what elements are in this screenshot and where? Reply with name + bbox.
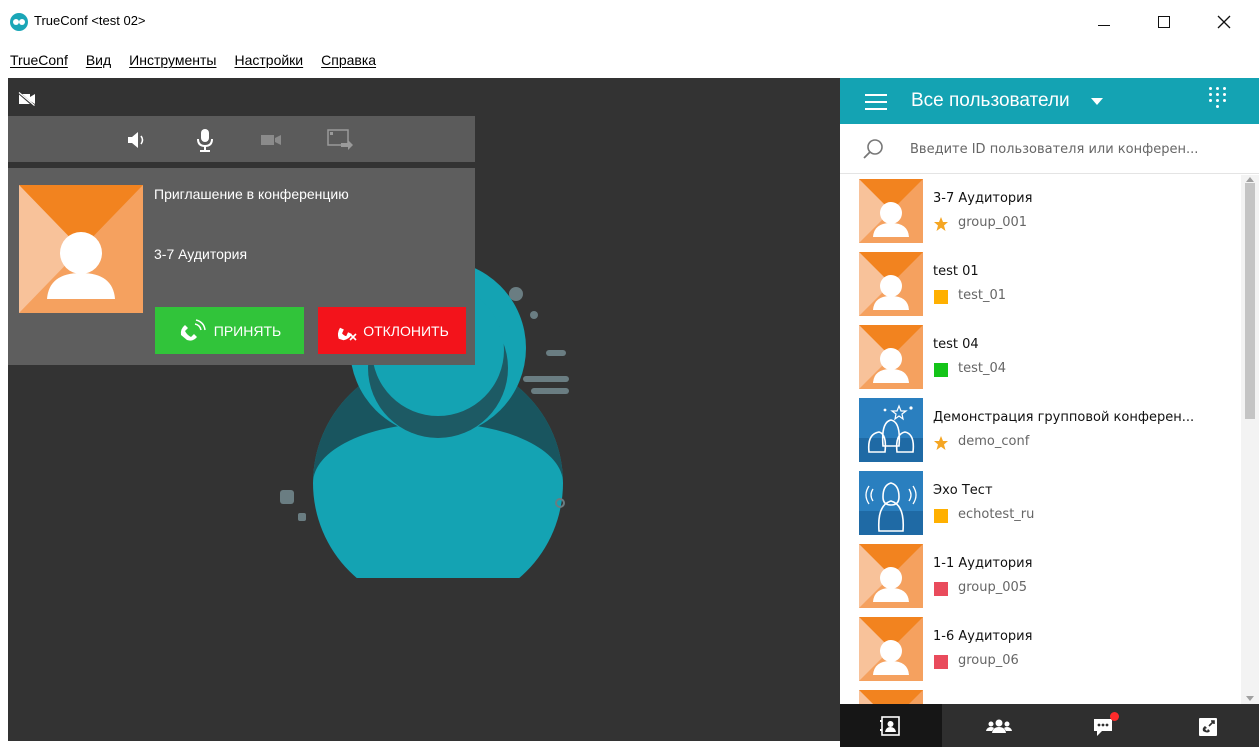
contact-id: group_005 bbox=[958, 580, 1028, 595]
screen-share-icon[interactable] bbox=[326, 126, 354, 154]
maximize-button[interactable] bbox=[1141, 0, 1187, 44]
call-controls-bar bbox=[8, 116, 475, 162]
search-input[interactable] bbox=[910, 137, 1240, 161]
user-avatar bbox=[859, 325, 923, 389]
camera-icon[interactable] bbox=[258, 126, 286, 154]
contact-name: 3-7 Аудитория bbox=[933, 191, 1033, 206]
user-avatar bbox=[859, 252, 923, 316]
contact-name: 1-6 Аудитория bbox=[933, 629, 1033, 644]
contact-name: 1-1 Аудитория bbox=[933, 556, 1033, 571]
contact-name: test 01 bbox=[933, 264, 979, 279]
microphone-icon[interactable] bbox=[191, 126, 219, 154]
tab-chat[interactable] bbox=[1052, 704, 1154, 747]
dialpad-icon[interactable] bbox=[1208, 87, 1228, 113]
favorite-star-icon bbox=[933, 216, 949, 232]
contact-id: echotest_ru bbox=[958, 507, 1035, 522]
favorite-star-icon bbox=[933, 435, 949, 451]
conferences-tab-icon bbox=[986, 719, 1012, 733]
scroll-down-arrow-icon[interactable] bbox=[1246, 696, 1254, 701]
chevron-down-icon[interactable] bbox=[1091, 98, 1103, 105]
contact-id: test_04 bbox=[958, 361, 1007, 376]
menu-settings[interactable]: Настройки bbox=[234, 52, 303, 74]
user-avatar bbox=[859, 179, 923, 243]
reject-call-icon bbox=[338, 327, 357, 341]
contact-id: group_06 bbox=[958, 653, 1019, 668]
echo-avatar bbox=[859, 471, 923, 535]
contacts-panel: Все пользователи 3-7 Аудитория group_001t… bbox=[840, 78, 1259, 747]
tab-contacts[interactable] bbox=[840, 704, 942, 747]
contact-id: group_001 bbox=[958, 215, 1028, 230]
menu-help[interactable]: Справка bbox=[321, 52, 376, 74]
unread-badge bbox=[1110, 712, 1119, 721]
contacts-filter-dropdown[interactable]: Все пользователи bbox=[911, 90, 1070, 112]
trueconf-logo-icon bbox=[10, 13, 28, 31]
contact-name: Эхо Тест bbox=[933, 483, 993, 498]
contacts-tab-icon bbox=[880, 716, 900, 736]
title-bar: TrueConf <test 02> bbox=[0, 0, 1259, 50]
contact-list-item[interactable]: Демонстрация групповой конферен... demo_c… bbox=[840, 394, 1241, 467]
panel-header: Все пользователи bbox=[840, 78, 1259, 124]
group-avatar bbox=[859, 398, 923, 462]
contact-list-item[interactable]: test 01 test_01 bbox=[840, 248, 1241, 321]
contact-id: demo_conf bbox=[958, 434, 1030, 449]
user-avatar bbox=[859, 690, 923, 704]
contact-list-item[interactable]: 1-1 Аудитория group_005 bbox=[840, 540, 1241, 613]
invitation-title: Приглашение в конференцию bbox=[154, 186, 349, 202]
tab-conferences[interactable] bbox=[946, 704, 1048, 747]
minimize-icon bbox=[1098, 24, 1110, 26]
scroll-thumb[interactable] bbox=[1245, 183, 1255, 419]
camera-off-icon[interactable] bbox=[18, 92, 36, 106]
speaker-icon[interactable] bbox=[123, 126, 151, 154]
caller-avatar bbox=[19, 185, 143, 313]
close-button[interactable] bbox=[1201, 0, 1247, 44]
scrollbar[interactable] bbox=[1241, 175, 1259, 704]
status-indicator-icon bbox=[933, 581, 949, 597]
contact-name: test 04 bbox=[933, 337, 979, 352]
hamburger-menu-icon[interactable] bbox=[865, 94, 887, 110]
menu-view[interactable]: Вид bbox=[86, 52, 111, 74]
window-title: TrueConf <test 02> bbox=[34, 13, 146, 28]
user-avatar bbox=[859, 544, 923, 608]
menu-trueconf[interactable]: TrueConf bbox=[10, 52, 68, 74]
contact-list-item[interactable]: 3-7 Аудитория group_001 bbox=[840, 175, 1241, 248]
contact-id: test_01 bbox=[958, 288, 1007, 303]
contact-list-item[interactable]: test 04 test_04 bbox=[840, 321, 1241, 394]
accept-label: ПРИНЯТЬ bbox=[213, 322, 282, 339]
contact-list-item[interactable]: Эхо Тест echotest_ru bbox=[840, 467, 1241, 540]
calls-tab-icon bbox=[1199, 718, 1217, 736]
accept-button[interactable]: ПРИНЯТЬ bbox=[155, 307, 304, 354]
search-row bbox=[840, 124, 1259, 174]
scroll-up-arrow-icon[interactable] bbox=[1246, 177, 1254, 182]
user-avatar bbox=[859, 617, 923, 681]
contact-list-item[interactable]: 1-6 Аудитория group_06 bbox=[840, 613, 1241, 686]
reject-label: ОТКЛОНИТЬ bbox=[363, 322, 449, 339]
incoming-call-dialog: Приглашение в конференцию 3-7 Аудитория … bbox=[8, 168, 475, 365]
reject-button[interactable]: ОТКЛОНИТЬ bbox=[318, 307, 466, 354]
close-icon bbox=[1217, 15, 1231, 29]
status-indicator-icon bbox=[933, 508, 949, 524]
contacts-list: 3-7 Аудитория group_001 test 01 test_01 test… bbox=[840, 175, 1241, 704]
status-indicator-icon bbox=[933, 654, 949, 670]
tab-calls[interactable] bbox=[1157, 704, 1259, 747]
contact-name: Демонстрация групповой конферен... bbox=[933, 410, 1195, 425]
minimize-button[interactable] bbox=[1081, 0, 1127, 44]
menu-tools[interactable]: Инструменты bbox=[129, 52, 216, 74]
status-indicator-icon bbox=[933, 362, 949, 378]
bottom-nav bbox=[840, 704, 1259, 747]
maximize-icon bbox=[1158, 16, 1170, 28]
accept-call-icon bbox=[180, 318, 206, 341]
status-indicator-icon bbox=[933, 289, 949, 305]
video-area: Приглашение в конференцию 3-7 Аудитория … bbox=[8, 78, 840, 741]
caller-name: 3-7 Аудитория bbox=[154, 246, 248, 262]
search-icon bbox=[863, 139, 883, 159]
menu-bar: TrueConf Вид Инструменты Настройки Справ… bbox=[10, 52, 376, 74]
